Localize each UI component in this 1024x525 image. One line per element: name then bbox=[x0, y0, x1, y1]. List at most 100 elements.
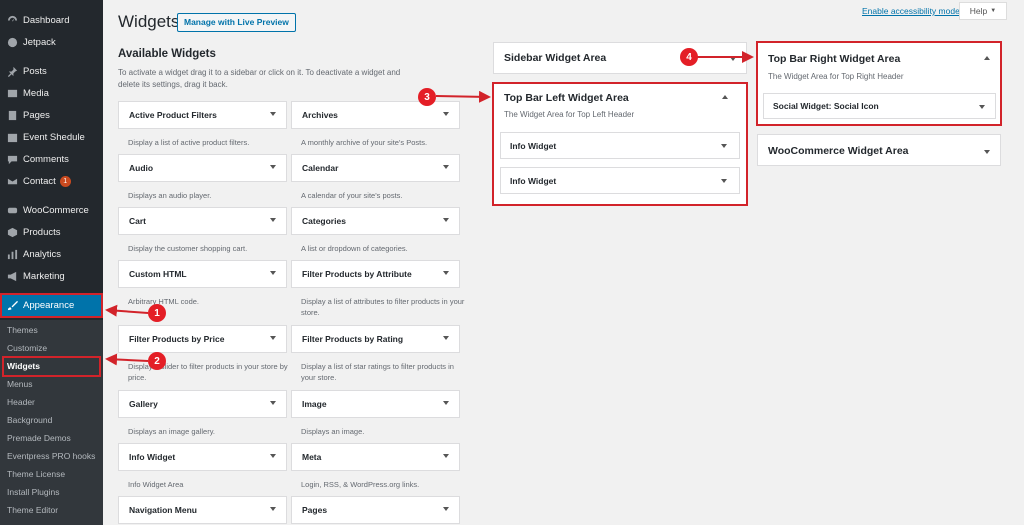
caret-down-icon bbox=[270, 218, 276, 222]
widget-title: Meta bbox=[302, 452, 322, 462]
sidebar-item-jetpack[interactable]: Jetpack bbox=[0, 31, 103, 53]
widget-title: Categories bbox=[302, 216, 346, 226]
submenu-item-premade-demos[interactable]: Premade Demos bbox=[7, 431, 71, 445]
area-title: Sidebar Widget Area bbox=[504, 52, 607, 64]
sidebar-item-comments[interactable]: Comments bbox=[0, 148, 103, 170]
caret-down-icon bbox=[270, 454, 276, 458]
widget-categories[interactable]: Categories bbox=[291, 207, 460, 235]
sidebar-item-posts[interactable]: Posts bbox=[0, 60, 103, 82]
widget-image[interactable]: Image bbox=[291, 390, 460, 418]
widget-meta[interactable]: Meta bbox=[291, 443, 460, 471]
widget-description: A list or dropdown of categories. bbox=[301, 244, 408, 253]
sidebar-item-label: Dashboard bbox=[23, 14, 70, 26]
sidebar-item-dashboard[interactable]: Dashboard bbox=[0, 9, 103, 31]
area-description: The Widget Area for Top Left Header bbox=[504, 110, 635, 119]
area-widget-info[interactable]: Info Widget bbox=[500, 167, 740, 194]
accessibility-mode-link[interactable]: Enable accessibility mode bbox=[862, 6, 960, 16]
sidebar-item-woocommerce[interactable]: WooCommerce bbox=[0, 199, 103, 221]
box-icon bbox=[6, 226, 18, 238]
available-widgets-title: Available Widgets bbox=[118, 48, 216, 60]
step-marker-2: 2 bbox=[148, 352, 166, 370]
top-bar-left-widget-area[interactable]: Top Bar Left Widget Area The Widget Area… bbox=[493, 83, 747, 205]
widget-archives[interactable]: Archives bbox=[291, 101, 460, 129]
widget-description: Display the customer shopping cart. bbox=[128, 244, 248, 253]
submenu-item-menus[interactable]: Menus bbox=[7, 377, 33, 391]
submenu-item-theme-license[interactable]: Theme License bbox=[7, 467, 65, 481]
sidebar-item-marketing[interactable]: Marketing bbox=[0, 265, 103, 287]
sidebar-item-pages[interactable]: Pages bbox=[0, 104, 103, 126]
area-widget-info[interactable]: Info Widget bbox=[500, 132, 740, 159]
widget-title: Archives bbox=[302, 110, 338, 120]
area-widget-social-icon[interactable]: Social Widget: Social Icon bbox=[763, 93, 996, 119]
widget-custom-html[interactable]: Custom HTML bbox=[118, 260, 287, 288]
sidebar-item-event-shedule[interactable]: Event Shedule bbox=[0, 126, 103, 148]
sidebar-item-appearance[interactable]: Appearance bbox=[0, 294, 103, 317]
widget-active-product-filters[interactable]: Active Product Filters bbox=[118, 101, 287, 129]
submenu-item-install-plugins[interactable]: Install Plugins bbox=[7, 485, 59, 499]
sidebar-item-media[interactable]: Media bbox=[0, 82, 103, 104]
widget-title: Info Widget bbox=[510, 175, 557, 186]
widget-filter-products-by-price[interactable]: Filter Products by Price bbox=[118, 325, 287, 353]
widget-calendar[interactable]: Calendar bbox=[291, 154, 460, 182]
manage-live-preview-button[interactable]: Manage with Live Preview bbox=[177, 13, 296, 32]
widget-pages[interactable]: Pages bbox=[291, 496, 460, 524]
widget-navigation-menu[interactable]: Navigation Menu bbox=[118, 496, 287, 524]
submenu-item-eventpress-pro-hooks[interactable]: Eventpress PRO hooks bbox=[7, 449, 95, 463]
step-marker-1: 1 bbox=[148, 304, 166, 322]
step-marker-4: 4 bbox=[680, 48, 698, 66]
caret-down-icon bbox=[979, 105, 985, 109]
submenu-item-header[interactable]: Header bbox=[7, 395, 35, 409]
submenu-item-theme-editor[interactable]: Theme Editor bbox=[7, 503, 58, 517]
area-title: Top Bar Right Widget Area bbox=[768, 53, 901, 65]
top-bar-right-widget-area[interactable]: Top Bar Right Widget Area The Widget Are… bbox=[757, 42, 1001, 125]
widget-gallery[interactable]: Gallery bbox=[118, 390, 287, 418]
notification-badge: 1 bbox=[59, 175, 71, 187]
caret-up-icon bbox=[722, 95, 728, 99]
sidebar-item-label: Jetpack bbox=[23, 36, 56, 48]
submenu-item-themes[interactable]: Themes bbox=[7, 323, 38, 337]
submenu-item-customize[interactable]: Customize bbox=[7, 341, 47, 355]
caret-down-icon bbox=[270, 112, 276, 116]
widget-title: Social Widget: Social Icon bbox=[773, 101, 879, 111]
caret-down-icon bbox=[443, 507, 449, 511]
caret-down-icon bbox=[270, 507, 276, 511]
sidebar-item-products[interactable]: Products bbox=[0, 221, 103, 243]
sidebar-item-contact[interactable]: Contact 1 bbox=[0, 170, 103, 192]
widget-cart[interactable]: Cart bbox=[118, 207, 287, 235]
area-description: The Widget Area for Top Right Header bbox=[768, 72, 904, 81]
calendar-icon bbox=[6, 131, 18, 143]
widget-title: Image bbox=[302, 399, 327, 409]
caret-down-icon bbox=[443, 271, 449, 275]
widget-description: Displays an image gallery. bbox=[128, 427, 215, 436]
widget-description: Displays an image. bbox=[301, 427, 365, 436]
help-tab-button[interactable]: Help ▼ bbox=[959, 2, 1007, 20]
sidebar-item-analytics[interactable]: Analytics bbox=[0, 243, 103, 265]
caret-down-icon bbox=[270, 271, 276, 275]
sidebar-widget-area[interactable]: Sidebar Widget Area bbox=[493, 42, 747, 74]
sidebar-item-label: Pages bbox=[23, 109, 50, 121]
chevron-down-icon: ▼ bbox=[990, 8, 997, 14]
widget-title: Pages bbox=[302, 505, 328, 515]
woocommerce-widget-area[interactable]: WooCommerce Widget Area bbox=[757, 134, 1001, 166]
chart-icon bbox=[6, 248, 18, 260]
sidebar-item-label: Contact bbox=[23, 175, 56, 187]
caret-down-icon bbox=[721, 179, 727, 183]
widget-title: Active Product Filters bbox=[129, 110, 217, 120]
megaphone-icon bbox=[6, 270, 18, 282]
widget-filter-products-by-attribute[interactable]: Filter Products by Attribute bbox=[291, 260, 460, 288]
dashboard-icon bbox=[6, 14, 18, 26]
submenu-item-widgets[interactable]: Widgets bbox=[7, 359, 40, 373]
sidebar-item-label: Media bbox=[23, 87, 49, 99]
widget-description: A calendar of your site's posts. bbox=[301, 191, 403, 200]
widget-info-widget[interactable]: Info Widget bbox=[118, 443, 287, 471]
submenu-item-background[interactable]: Background bbox=[7, 413, 52, 427]
caret-down-icon bbox=[270, 401, 276, 405]
sidebar-item-label: Analytics bbox=[23, 248, 62, 260]
caret-down-icon bbox=[443, 165, 449, 169]
widget-description: Displays an audio player. bbox=[128, 191, 212, 200]
mail-icon bbox=[6, 175, 18, 187]
widget-audio[interactable]: Audio bbox=[118, 154, 287, 182]
woocommerce-icon bbox=[6, 204, 18, 216]
widget-filter-products-by-rating[interactable]: Filter Products by Rating bbox=[291, 325, 460, 353]
widget-title: Info Widget bbox=[510, 140, 557, 151]
